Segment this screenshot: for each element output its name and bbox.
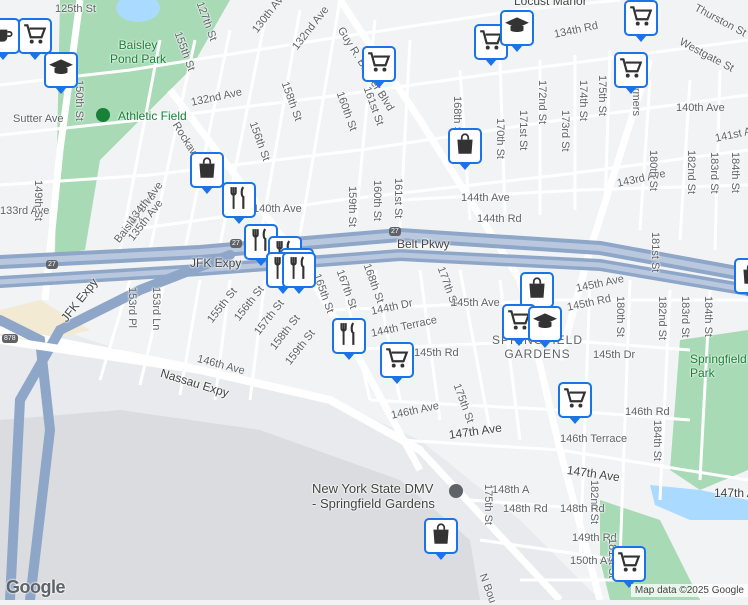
street-label: 175th St — [482, 484, 494, 525]
street-label: 181st St — [649, 232, 661, 273]
place-label-baisley-pond-park: Baisley Pond Park — [110, 38, 166, 66]
graduation-cap-icon — [504, 13, 530, 44]
shopping-cart-icon — [366, 49, 392, 80]
road-label-belt-pkwy: Belt Pkwy — [397, 237, 450, 251]
map-pin-grocery[interactable] — [612, 546, 646, 588]
street-label: 175th St — [596, 75, 608, 116]
map-pin-store[interactable] — [424, 518, 458, 560]
map-attribution[interactable]: Map data ©2025 Google — [630, 584, 748, 597]
street-label: 145th Ave — [451, 297, 500, 309]
road-label-jfk-expy: JFK Expy — [190, 256, 242, 270]
street-label: 182nd St — [685, 150, 697, 195]
map-pin-restaurant[interactable] — [282, 252, 316, 294]
map-pin-cafe[interactable] — [0, 18, 20, 60]
street-label: 144th Ave — [461, 192, 510, 204]
place-label-dmv[interactable]: New York State DMV - Springfield Gardens — [312, 481, 435, 511]
street-label: 171st St — [517, 110, 529, 151]
street-label: 180th St — [614, 296, 626, 337]
street-label: 183rd St — [679, 296, 691, 338]
coffee-icon — [0, 21, 16, 52]
street-label: 153rd Pl — [126, 287, 138, 328]
shopping-bag-icon — [194, 155, 220, 186]
shopping-cart-icon — [22, 21, 48, 52]
route-27-shield: 27 — [389, 227, 401, 236]
street-label: 148th A — [492, 484, 530, 496]
street-label: 145th Rd — [414, 347, 459, 359]
map-pin-grocery[interactable] — [362, 46, 396, 88]
street-label: 161st St — [392, 178, 404, 219]
shopping-cart-icon — [618, 55, 644, 86]
map-pin-store[interactable] — [190, 152, 224, 194]
shopping-bag-icon — [452, 131, 478, 162]
shopping-cart-icon — [628, 3, 654, 34]
street-label: 148th Rd — [560, 503, 605, 515]
graduation-cap-icon — [532, 309, 558, 340]
street-label: 173rd St — [559, 110, 571, 152]
shopping-bag-icon — [524, 275, 550, 306]
government-building-icon[interactable] — [449, 484, 463, 498]
map-pin-grocery[interactable] — [624, 0, 658, 42]
street-label: 183rd St — [708, 152, 720, 194]
map-pin-restaurant[interactable] — [332, 318, 366, 360]
google-logo: Google — [6, 577, 66, 597]
street-label: 180th St — [647, 150, 659, 191]
shopping-bag-icon — [738, 261, 748, 292]
place-label-springfield-park: Springfield Park — [690, 352, 747, 380]
athletic-field-icon[interactable] — [96, 108, 110, 122]
street-label: 184th St — [651, 420, 663, 461]
street-label: 184th St — [729, 152, 741, 193]
street-label: 144th Rd — [477, 213, 522, 225]
place-label-locust-manor: Locust Manor — [514, 0, 587, 8]
map-pin-school[interactable] — [44, 52, 78, 94]
street-label: 182nd St — [656, 296, 668, 341]
street-label: 148th Rd — [503, 503, 548, 515]
street-label: 184th St — [702, 296, 714, 337]
route-878-shield: 878 — [2, 334, 18, 343]
map-pin-grocery[interactable] — [380, 342, 414, 384]
restaurant-icon — [336, 321, 362, 352]
baisley-pond-park-name: Baisley Pond Park — [110, 38, 167, 66]
shopping-cart-icon — [384, 345, 410, 376]
street-label: 172nd St — [536, 80, 548, 125]
street-label: 125th St — [55, 3, 96, 15]
street-label: 146th Rd — [625, 406, 670, 418]
map-pin-school[interactable] — [500, 10, 534, 52]
shopping-cart-icon — [616, 549, 642, 580]
street-label: 147th Ave — [714, 486, 748, 500]
map-pin-grocery[interactable] — [18, 18, 52, 60]
street-label: 159th St — [346, 186, 358, 227]
restaurant-icon — [226, 185, 252, 216]
map-pin-grocery[interactable] — [558, 382, 592, 424]
street-label: 140th Ave — [676, 102, 725, 114]
street-label: 140th Ave — [253, 203, 302, 215]
street-label: Sutter Ave — [13, 113, 64, 125]
street-label: 160th St — [371, 180, 383, 221]
street-label: 153rd Ln — [150, 287, 162, 331]
shopping-bag-icon — [428, 521, 454, 552]
map-pin-school[interactable] — [528, 306, 562, 348]
restaurant-icon — [286, 255, 312, 286]
graduation-cap-icon — [48, 55, 74, 86]
route-27-shield: 27 — [230, 239, 242, 248]
shopping-cart-icon — [562, 385, 588, 416]
street-label: 170th St — [494, 118, 506, 159]
street-label: 149th St — [32, 180, 44, 221]
map-pin-restaurant[interactable] — [222, 182, 256, 224]
map-pin-store[interactable] — [520, 272, 554, 314]
street-label: 174th St — [577, 80, 589, 121]
street-label: 145th Dr — [593, 349, 636, 361]
map-pin-grocery[interactable] — [614, 52, 648, 94]
map-pin-store[interactable] — [734, 258, 748, 300]
map-pin-store[interactable] — [448, 128, 482, 170]
route-27-shield: 27 — [46, 260, 58, 269]
street-label: 146th Terrace — [560, 433, 628, 445]
